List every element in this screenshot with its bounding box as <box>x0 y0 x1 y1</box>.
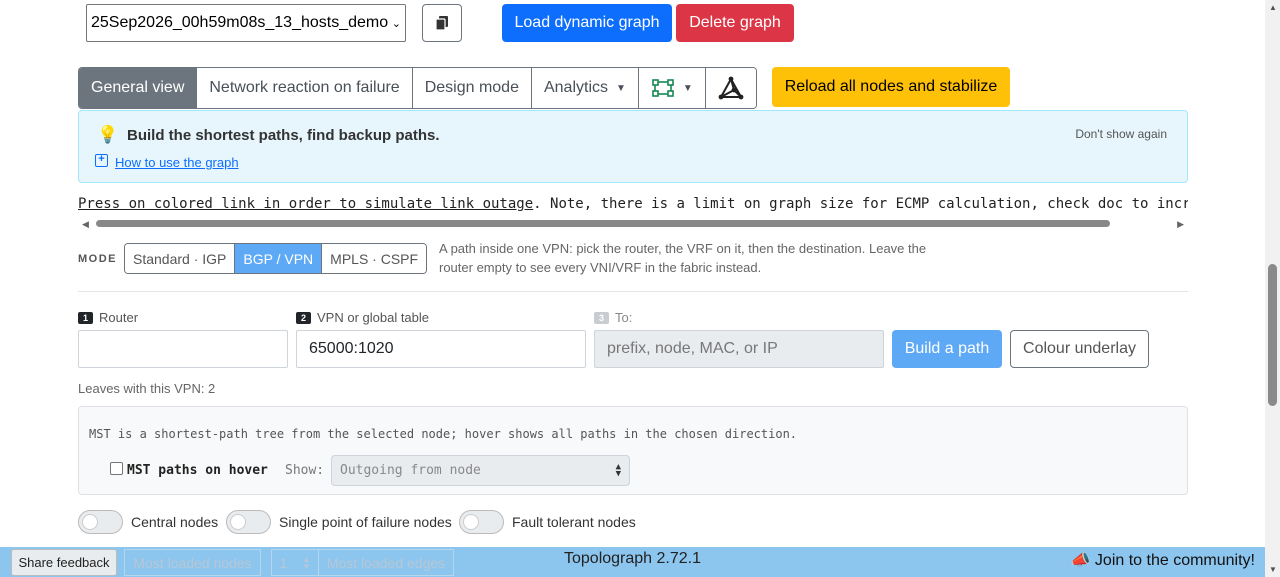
most-loaded-nodes-button[interactable]: Most loaded nodes <box>124 549 261 576</box>
alert-title: Build the shortest paths, find backup pa… <box>127 127 440 144</box>
build-path-button[interactable]: Build a path <box>892 330 1002 368</box>
mode-standard-igp[interactable]: Standard · IGP <box>125 244 236 273</box>
tab-topology-tools[interactable]: ▼ <box>638 68 706 108</box>
toggle-knob <box>230 514 246 530</box>
mode-selector: Standard · IGP BGP / VPN MPLS · CSPF <box>124 243 428 274</box>
destination-label-text: To: <box>615 310 633 325</box>
mst-description: MST is a shortest-path tree from the sel… <box>89 427 798 441</box>
destination-input[interactable]: prefix, node, MAC, or IP <box>594 330 884 368</box>
router-input[interactable] <box>78 330 288 368</box>
vpn-label: 2 VPN or global table <box>296 310 429 325</box>
leaves-count: Leaves with this VPN: 2 <box>78 381 216 396</box>
tab-design-mode[interactable]: Design mode <box>412 68 532 108</box>
graph-select-value: 25Sep2026_00h59m08s_13_hosts_demo <box>91 14 389 31</box>
router-label: 1 Router <box>78 310 138 325</box>
mst-hover-checkbox[interactable] <box>110 462 123 475</box>
direction-select-value: Outgoing from node <box>340 463 481 478</box>
central-nodes-toggle[interactable] <box>78 510 123 534</box>
copy-icon <box>435 16 448 31</box>
fault-tolerant-label: Fault tolerant nodes <box>512 514 636 530</box>
most-loaded-edges-button[interactable]: Most loaded edges <box>318 549 454 576</box>
select-arrows-icon: ▲ ▼ <box>615 461 621 479</box>
mode-label: MODE <box>78 253 117 265</box>
horizontal-scrollbar[interactable]: ◀ ▶ <box>78 217 1188 229</box>
notice-underlined-text: Press on colored link in order to simula… <box>78 196 534 212</box>
mode-mpls-cspf[interactable]: MPLS · CSPF <box>322 244 427 273</box>
tab-network-reaction[interactable]: Network reaction on failure <box>197 68 413 108</box>
spof-nodes-toggle[interactable] <box>226 510 271 534</box>
destination-label: 3 To: <box>594 310 632 325</box>
graph-network-icon <box>718 76 744 100</box>
scroll-left-icon[interactable]: ◀ <box>82 219 89 230</box>
toggle-knob <box>463 514 479 530</box>
info-alert: 💡 Build the shortest paths, find backup … <box>78 110 1188 183</box>
select-arrows-icon: ▲ ▼ <box>302 554 311 571</box>
spof-nodes-label: Single point of failure nodes <box>279 514 452 530</box>
link-outage-notice: Press on colored link in order to simula… <box>78 196 1188 212</box>
direction-select[interactable]: Outgoing from node ▲ ▼ <box>331 455 630 486</box>
delete-graph-button[interactable]: Delete graph <box>676 4 794 42</box>
vertical-scrollbar[interactable]: ▲ ▼ <box>1265 0 1280 577</box>
step-number: 1 <box>78 311 93 324</box>
share-feedback-button[interactable]: Share feedback <box>11 549 117 576</box>
central-nodes-label: Central nodes <box>131 514 219 530</box>
divider <box>78 291 1188 292</box>
copy-button[interactable] <box>422 4 462 42</box>
tab-analytics[interactable]: Analytics ▼ <box>531 68 639 108</box>
scrollbar-thumb[interactable] <box>96 220 1110 227</box>
step-number: 3 <box>594 311 609 324</box>
notice-rest-text: . Note, there is a limit on graph size f… <box>533 196 1188 212</box>
colour-underlay-button[interactable]: Colour underlay <box>1010 330 1149 368</box>
join-community-link[interactable]: 📣 Join to the community! <box>1071 550 1255 570</box>
scroll-down-icon[interactable]: ▼ <box>1269 565 1277 574</box>
scrollbar-thumb[interactable] <box>1268 264 1277 406</box>
vpn-input[interactable]: 65000:1020 <box>296 330 586 368</box>
mode-help-text: A path inside one VPN: pick the router, … <box>439 241 927 275</box>
chevron-down-icon: ▼ <box>616 82 626 94</box>
router-label-text: Router <box>99 310 139 325</box>
plus-square-icon[interactable]: + <box>95 154 108 167</box>
load-dynamic-graph-button[interactable]: Load dynamic graph <box>502 4 672 42</box>
app-version: Topolograph 2.72.1 <box>564 550 701 567</box>
scroll-right-icon[interactable]: ▶ <box>1177 219 1184 230</box>
mst-panel: MST is a shortest-path tree from the sel… <box>78 406 1188 495</box>
mode-bgp-vpn[interactable]: BGP / VPN <box>235 244 323 273</box>
fault-tolerant-toggle[interactable] <box>459 510 504 534</box>
graph-select[interactable]: 25Sep2026_00h59m08s_13_hosts_demo ⌄ <box>86 4 406 42</box>
view-tabs: General view Network reaction on failure… <box>78 67 757 109</box>
reload-nodes-button[interactable]: Reload all nodes and stabilize <box>772 67 1010 107</box>
vpn-label-text: VPN or global table <box>317 310 430 325</box>
load-count-value: 1 <box>279 554 288 571</box>
how-to-use-link[interactable]: How to use the graph <box>115 155 239 170</box>
chevron-down-icon: ⌄ <box>391 17 401 30</box>
mst-hover-label[interactable]: MST paths on hover <box>127 463 268 478</box>
tab-general-view[interactable]: General view <box>79 68 198 108</box>
show-label: Show: <box>285 463 325 478</box>
toggle-knob <box>82 514 98 530</box>
tab-graph-layout[interactable] <box>705 68 756 108</box>
step-number: 2 <box>296 311 311 324</box>
load-count-select[interactable]: 1 ▲ ▼ <box>271 549 319 576</box>
footer-bar: Share feedback Most loaded nodes 1 ▲ ▼ Mo… <box>0 547 1265 577</box>
scroll-up-icon[interactable]: ▲ <box>1269 3 1277 12</box>
bounding-box-icon <box>652 79 674 97</box>
lightbulb-icon: 💡 <box>97 125 119 144</box>
dont-show-again-link[interactable]: Don't show again <box>1075 127 1167 141</box>
tab-analytics-label: Analytics <box>543 79 608 96</box>
chevron-down-icon: ▼ <box>682 82 693 94</box>
